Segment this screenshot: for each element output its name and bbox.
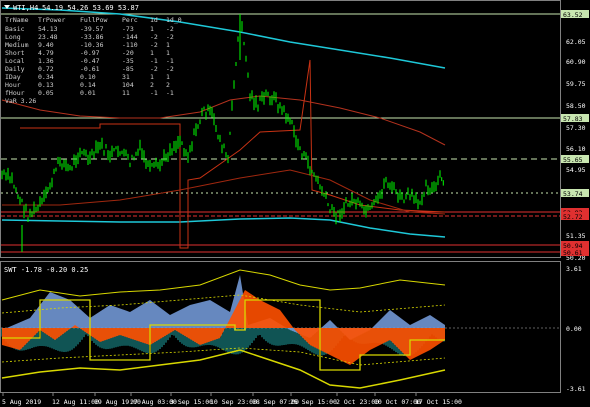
- indicator-axis-zero: 0.00: [566, 325, 582, 333]
- price-axis-label: 59.75: [566, 80, 586, 88]
- price-axis-label: 51.35: [566, 232, 586, 240]
- time-axis-label: 2 Oct 23:00: [336, 398, 379, 406]
- indicator-axis-bottom: -3.61: [566, 385, 586, 393]
- price-tag-label: 53.74: [563, 190, 583, 198]
- time-axis-label: 12 Aug 11:00: [52, 398, 99, 406]
- price-tag-label: 50.61: [563, 249, 583, 257]
- price-axis-label: 58.50: [566, 102, 586, 110]
- time-axis-label: 5 Aug 2019: [2, 398, 41, 406]
- time-axis-label: 3 Sep 15:00: [170, 398, 213, 406]
- price-tag-label: 52.72: [563, 213, 583, 221]
- stats-footer: VaR 3.26: [5, 97, 36, 105]
- price-tag-label: 57.83: [563, 115, 583, 123]
- chart-header: WTI,H4 54.19 54.26 53.69 53.87: [4, 4, 139, 12]
- ohlc-values: 54.19 54.26 53.69 53.87: [42, 4, 139, 12]
- time-axis-label: 10 Oct 07:00: [374, 398, 421, 406]
- price-tag-label: 55.65: [563, 156, 583, 164]
- indicator-label: SWT -1.78 -0.20 0.25: [4, 266, 88, 274]
- indicator-axis-top: 3.61: [566, 265, 582, 273]
- time-axis-label: 10 Sep 23:00: [210, 398, 257, 406]
- price-axis-label: 56.10: [566, 145, 586, 153]
- price-axis-label: 60.90: [566, 58, 586, 66]
- price-axis-label: 62.05: [566, 38, 586, 46]
- price-tag-label: 63.52: [563, 11, 583, 19]
- time-axis-label: 17 Oct 15:00: [415, 398, 462, 406]
- time-axis-label: 25 Sep 15:00: [290, 398, 337, 406]
- price-axis-label: 57.30: [566, 124, 586, 132]
- symbol-title: WTI,H4: [13, 4, 38, 12]
- trading-chart[interactable]: WTI,H4 54.19 54.26 53.69 53.87 TrName TrP…: [0, 0, 590, 407]
- price-axis-label: 54.95: [566, 166, 586, 174]
